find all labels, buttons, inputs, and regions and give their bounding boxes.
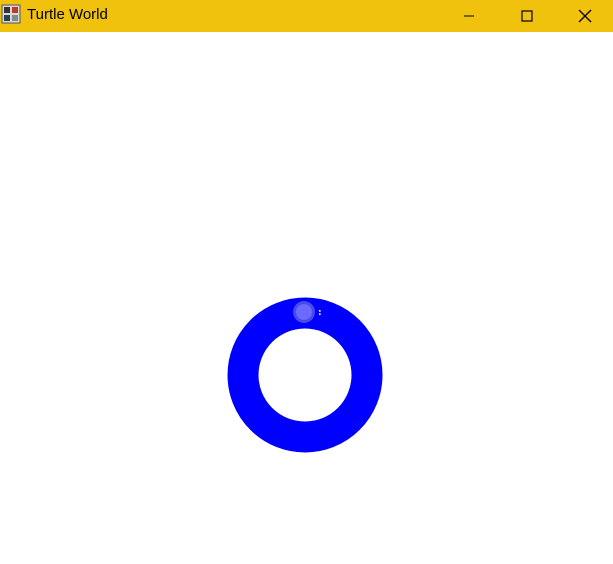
turtle-app-icon (1, 4, 21, 24)
window-title: Turtle World (27, 6, 108, 23)
turtle-shell (296, 304, 312, 320)
minimize-button[interactable] (440, 0, 498, 32)
title-bar[interactable]: Turtle World (0, 0, 613, 32)
maximize-button[interactable] (498, 0, 556, 32)
turtle-world-window: Turtle World : (0, 0, 613, 564)
minimize-icon (464, 15, 474, 17)
close-button[interactable] (556, 0, 613, 32)
turtle-canvas[interactable]: : (0, 32, 613, 564)
close-icon (578, 9, 592, 23)
turtle-drawn-ring (227, 297, 383, 453)
turtle-head-marker: : (318, 308, 322, 318)
drawing-surface: : (227, 297, 383, 453)
maximize-icon (521, 10, 533, 22)
